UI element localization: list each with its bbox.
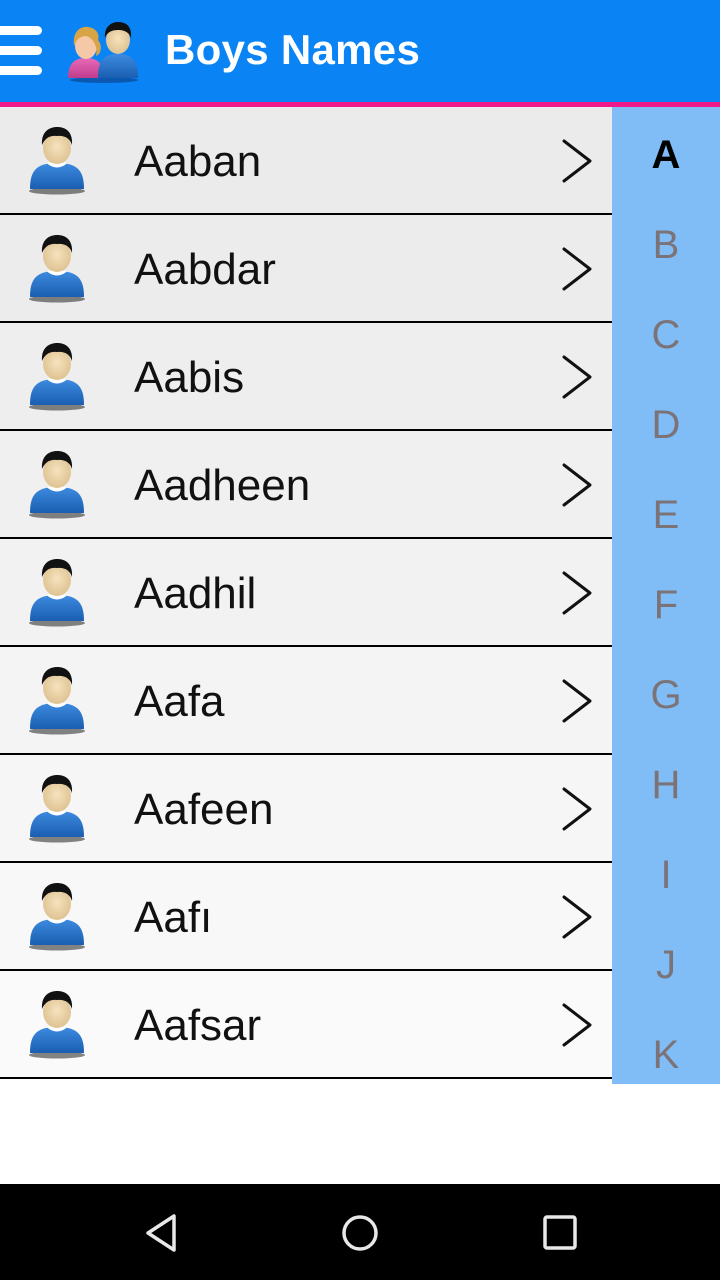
- list-item[interactable]: Aaban: [0, 107, 612, 215]
- index-letter-j[interactable]: J: [612, 943, 720, 988]
- list-item[interactable]: Aafı: [0, 863, 612, 971]
- boy-avatar-icon: [24, 555, 90, 627]
- boy-avatar-icon: [24, 231, 90, 303]
- index-letter-f[interactable]: F: [612, 583, 720, 628]
- app-bar: Boys Names: [0, 0, 720, 107]
- name-label: Aadheen: [134, 461, 311, 510]
- list-item[interactable]: Aafeen: [0, 755, 612, 863]
- boy-avatar-icon: [24, 771, 90, 843]
- index-letter-h[interactable]: H: [612, 763, 720, 808]
- chevron-right-icon: [562, 139, 592, 183]
- index-letter-a[interactable]: A: [612, 133, 720, 178]
- index-letter-b[interactable]: B: [612, 223, 720, 268]
- name-label: Aabdar: [134, 245, 276, 294]
- system-navigation-bar: [0, 1184, 720, 1280]
- names-list: Aaban Aabdar Aabis Aadheen Aadhil Aafa A…: [0, 107, 612, 1079]
- page-title: Boys Names: [165, 26, 421, 73]
- home-icon[interactable]: [335, 1208, 385, 1258]
- index-letter-e[interactable]: E: [612, 493, 720, 538]
- chevron-right-icon: [562, 895, 592, 939]
- name-label: Aaban: [134, 137, 262, 186]
- chevron-right-icon: [562, 571, 592, 615]
- boy-avatar-icon: [24, 663, 90, 735]
- boy-avatar-icon: [24, 339, 90, 411]
- chevron-right-icon: [562, 463, 592, 507]
- boy-avatar-icon: [24, 123, 90, 195]
- name-label: Aafı: [134, 893, 213, 942]
- index-letter-i[interactable]: I: [612, 853, 720, 898]
- name-label: Aabis: [134, 353, 245, 402]
- list-item[interactable]: Aabdar: [0, 215, 612, 323]
- name-label: Aadhil: [134, 569, 257, 618]
- list-item[interactable]: Aadheen: [0, 431, 612, 539]
- list-item[interactable]: Aafa: [0, 647, 612, 755]
- name-label: Aafeen: [134, 785, 274, 834]
- index-letter-d[interactable]: D: [612, 403, 720, 448]
- name-label: Aafsar: [134, 1001, 262, 1050]
- boy-girl-people-icon: [68, 22, 138, 83]
- chevron-right-icon: [562, 1003, 592, 1047]
- name-label: Aafa: [134, 677, 225, 726]
- list-item[interactable]: Aabis: [0, 323, 612, 431]
- index-letter-g[interactable]: G: [612, 673, 720, 718]
- boy-avatar-icon: [24, 879, 90, 951]
- chevron-right-icon: [562, 355, 592, 399]
- chevron-right-icon: [562, 679, 592, 723]
- recents-icon[interactable]: [535, 1208, 585, 1258]
- list-item[interactable]: Aafsar: [0, 971, 612, 1079]
- index-letter-c[interactable]: C: [612, 313, 720, 358]
- list-item[interactable]: Aadhil: [0, 539, 612, 647]
- chevron-right-icon: [562, 247, 592, 291]
- chevron-right-icon: [562, 787, 592, 831]
- back-icon[interactable]: [136, 1208, 186, 1258]
- hamburger-menu-icon[interactable]: [0, 22, 44, 82]
- index-letter-k[interactable]: K: [612, 1033, 720, 1078]
- alphabet-index-bar[interactable]: A B C D E F G H I J K: [612, 107, 720, 1084]
- boy-avatar-icon: [24, 447, 90, 519]
- boy-avatar-icon: [24, 987, 90, 1059]
